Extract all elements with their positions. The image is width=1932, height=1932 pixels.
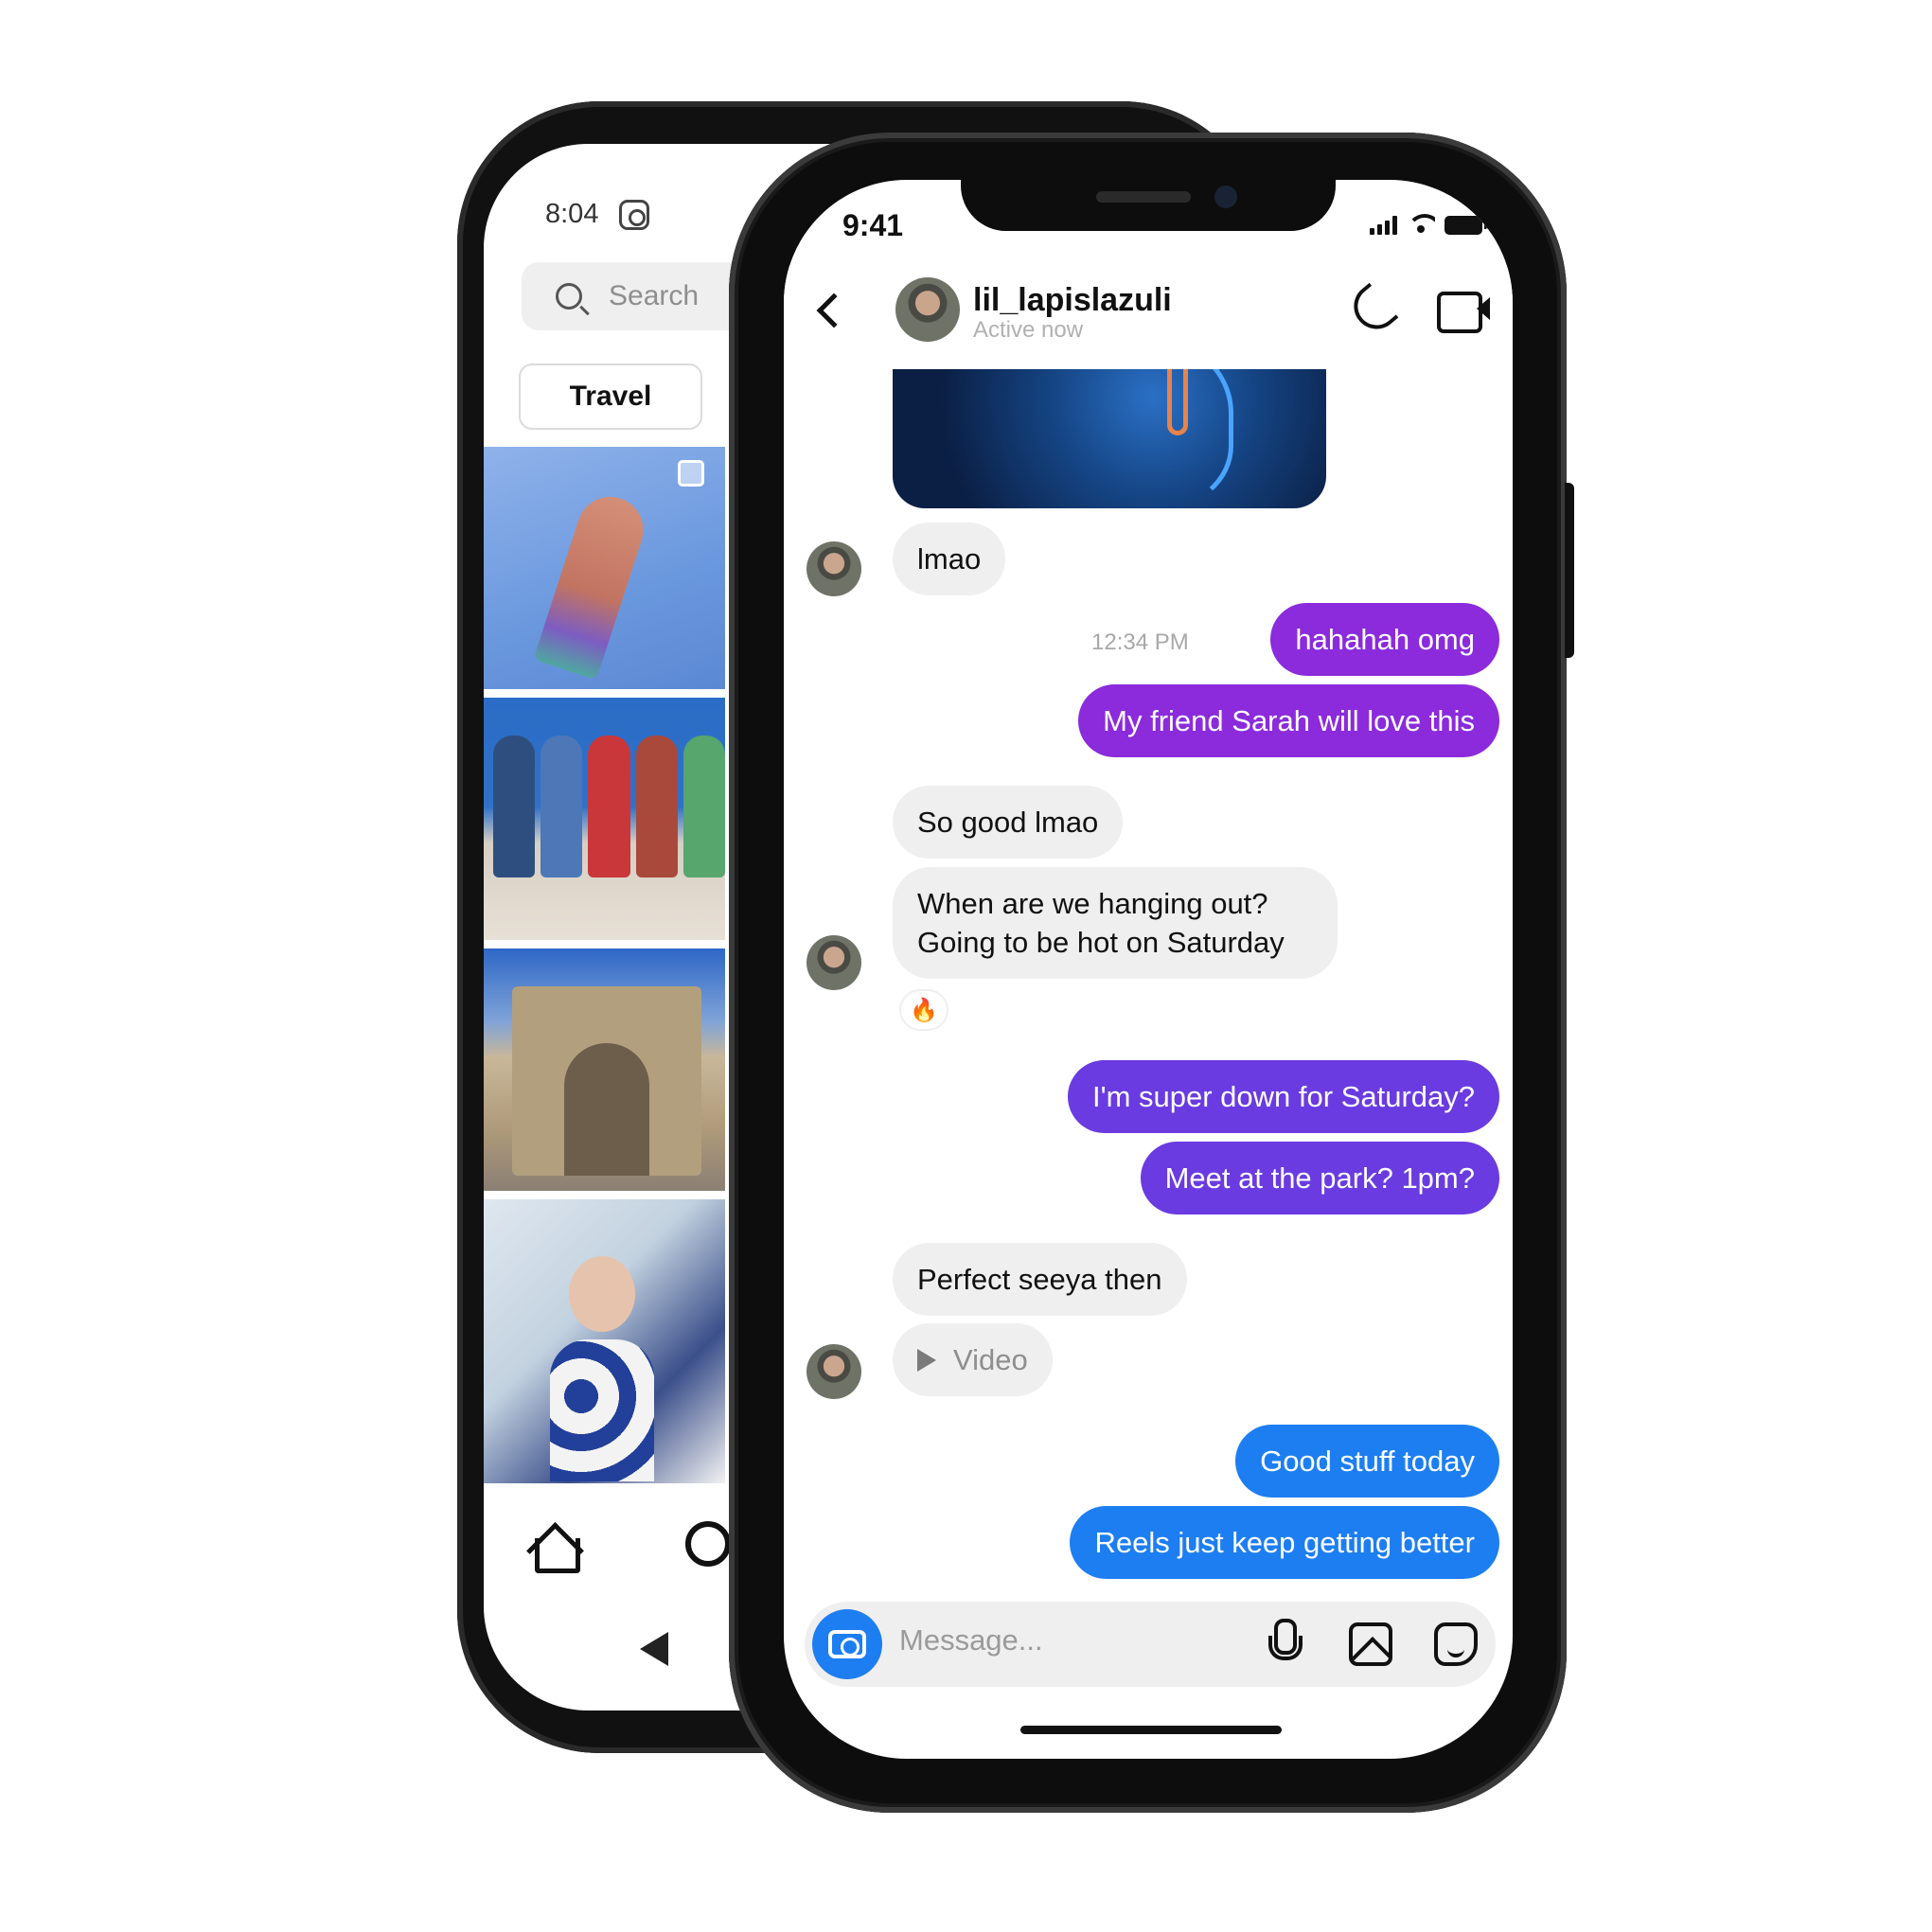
travel-chip[interactable]: Travel xyxy=(519,363,702,430)
chat-username[interactable]: lil_lapislazuli xyxy=(973,282,1172,319)
avatar[interactable] xyxy=(806,541,861,596)
avatar[interactable] xyxy=(806,935,861,990)
front-phone: lil_lapislazuli Active now 9:41 lmao 12:… xyxy=(729,133,1574,1813)
search-placeholder: Search xyxy=(609,280,700,311)
gallery-icon[interactable] xyxy=(1349,1622,1392,1666)
message-input[interactable]: Message... xyxy=(899,1623,1043,1657)
side-button xyxy=(1565,483,1574,658)
status-time: 9:41 xyxy=(842,208,904,242)
camera-icon xyxy=(828,1630,866,1658)
status-icons xyxy=(1370,214,1487,235)
message-outgoing[interactable]: Meet at the park? 1pm? xyxy=(1140,1142,1499,1214)
tile-photo xyxy=(550,1256,654,1483)
android-back-icon[interactable] xyxy=(640,1632,668,1666)
camera-button[interactable] xyxy=(812,1609,882,1679)
message-incoming[interactable]: Perfect seeya then xyxy=(893,1243,1187,1316)
home-indicator[interactable] xyxy=(1020,1726,1282,1734)
message-line: When are we hanging out? xyxy=(917,887,1268,920)
explore-tile[interactable] xyxy=(484,1199,725,1483)
message-timestamp: 12:34 PM xyxy=(1091,629,1189,655)
video-label: Video xyxy=(953,1343,1028,1376)
avatar[interactable] xyxy=(895,277,960,342)
explore-tile[interactable] xyxy=(484,948,725,1191)
shared-media-message[interactable] xyxy=(893,369,1326,508)
sticker-icon[interactable] xyxy=(1434,1622,1478,1666)
play-icon xyxy=(917,1348,936,1372)
tile-photo xyxy=(533,487,652,681)
message-outgoing[interactable]: I'm super down for Saturday? xyxy=(1068,1060,1499,1133)
video-call-icon[interactable] xyxy=(1437,290,1490,333)
search-icon xyxy=(556,283,582,310)
explore-tile[interactable] xyxy=(484,447,725,689)
notch xyxy=(961,180,1336,231)
message-outgoing[interactable]: Good stuff today xyxy=(1235,1425,1499,1498)
instagram-icon xyxy=(619,199,650,230)
battery-icon xyxy=(1445,216,1487,235)
tile-photo xyxy=(512,986,701,1176)
home-icon[interactable] xyxy=(529,1521,580,1573)
active-status: Active now xyxy=(973,317,1084,343)
message-incoming[interactable]: When are we hanging out? Going to be hot… xyxy=(893,867,1338,979)
phone-call-icon[interactable] xyxy=(1350,284,1391,329)
front-phone-screen: lil_lapislazuli Active now 9:41 lmao 12:… xyxy=(784,180,1513,1759)
wifi-icon xyxy=(1407,214,1435,235)
back-status-bar: 8:04 xyxy=(545,199,650,230)
message-incoming[interactable]: lmao xyxy=(893,523,1006,595)
signal-icon xyxy=(1370,214,1397,235)
message-incoming[interactable]: So good lmao xyxy=(893,786,1124,859)
explore-search-icon[interactable] xyxy=(685,1521,731,1567)
explore-tile[interactable] xyxy=(484,698,726,940)
video-message[interactable]: Video xyxy=(893,1323,1053,1396)
message-composer: Message... xyxy=(805,1602,1496,1687)
multiple-posts-icon xyxy=(678,460,704,487)
message-outgoing[interactable]: Reels just keep getting better xyxy=(1070,1506,1499,1579)
tile-photo xyxy=(484,736,726,877)
back-status-time: 8:04 xyxy=(545,199,599,229)
message-outgoing[interactable]: hahahah omg xyxy=(1270,603,1499,676)
message-outgoing[interactable]: My friend Sarah will love this xyxy=(1078,684,1499,757)
chat-header: lil_lapislazuli Active now xyxy=(784,265,1513,369)
back-chevron-icon[interactable] xyxy=(816,292,852,328)
message-line: Going to be hot on Saturday xyxy=(917,926,1285,959)
fire-reaction[interactable]: 🔥 xyxy=(899,989,948,1031)
microphone-icon[interactable] xyxy=(1268,1619,1303,1668)
explore-grid xyxy=(484,447,726,1492)
avatar[interactable] xyxy=(806,1344,861,1399)
